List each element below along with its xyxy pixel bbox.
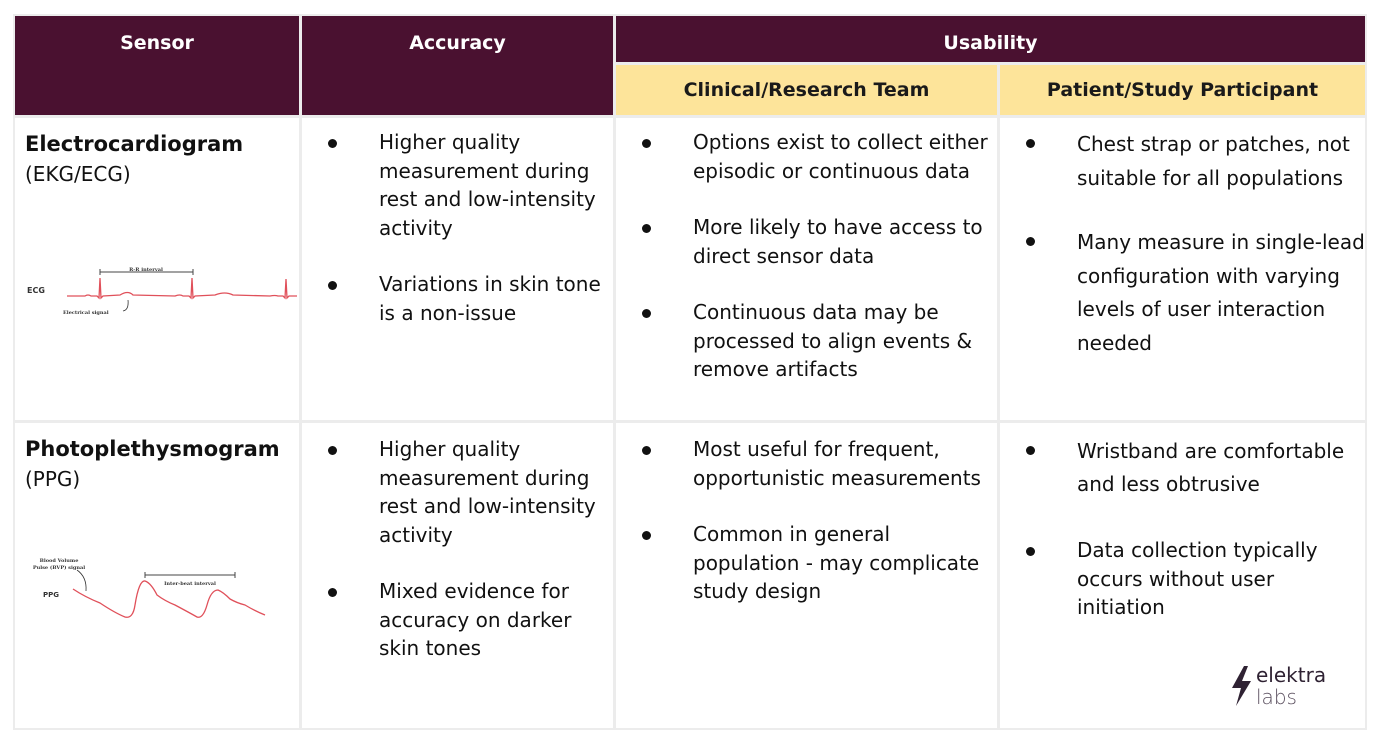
ppg-waveform-figure: Blood Volume Pulse (BVP) signal PPG Inte…	[33, 558, 266, 618]
header-usability-label: Usability	[943, 32, 1038, 54]
ppg-accuracy-list: Higher quality measurement during rest a…	[302, 435, 613, 663]
ppg-signal-label-1: Blood Volume	[40, 558, 79, 564]
list-item: Higher quality measurement during rest a…	[302, 128, 613, 242]
header-accuracy: Accuracy	[302, 16, 613, 115]
list-item: Common in general population - may compl…	[616, 520, 997, 606]
ecg-label: ECG	[27, 286, 45, 295]
row-ecg-accuracy: Higher quality measurement during rest a…	[302, 118, 613, 420]
bullet-icon	[1026, 547, 1035, 556]
list-item: Variations in skin tone is a non-issue	[302, 270, 613, 327]
header-sensor-label: Sensor	[120, 32, 194, 54]
row-ecg-sensor: Electrocardiogram (EKG/ECG) ECG R-R inte…	[15, 118, 299, 420]
sensor-name: Electrocardiogram	[25, 132, 244, 156]
bullet-icon	[328, 588, 337, 597]
row-ppg-sensor: Photoplethysmogram (PPG) Blood Volume Pu…	[15, 423, 299, 728]
sensor-abbr: (PPG)	[25, 467, 81, 491]
sensor-abbr: (EKG/ECG)	[25, 162, 131, 186]
logo-text-line1: elektra	[1256, 664, 1326, 687]
bullet-icon	[642, 139, 651, 148]
list-item: Higher quality measurement during rest a…	[302, 435, 613, 549]
bullet-icon	[328, 139, 337, 148]
ecg-signal-label: Electrical signal	[63, 310, 109, 316]
ecg-patient-list: Chest strap or patches, not suitable for…	[1000, 128, 1365, 360]
row-ecg-clinical: Options exist to collect either episodic…	[616, 118, 997, 420]
bullet-icon	[642, 224, 651, 233]
subheader-patient-label: Patient/Study Participant	[1046, 79, 1319, 101]
list-item: More likely to have access to direct sen…	[616, 213, 997, 270]
bullet-icon	[1026, 446, 1035, 455]
bullet-icon	[642, 531, 651, 540]
bullet-icon	[1026, 139, 1035, 148]
list-item: Mixed evidence for accuracy on darker sk…	[302, 577, 613, 663]
row-ppg-accuracy: Higher quality measurement during rest a…	[302, 423, 613, 728]
ecg-clinical-list: Options exist to collect either episodic…	[616, 128, 997, 384]
list-item: Many measure in single-lead configuratio…	[1000, 226, 1365, 360]
ppg-clinical-list: Most useful for frequent, opportunistic …	[616, 435, 997, 606]
lightning-bolt-icon: elektra labs	[1232, 663, 1326, 709]
subheader-patient: Patient/Study Participant	[1000, 65, 1365, 115]
ecg-interval-label: R-R interval	[129, 267, 163, 273]
header-usability: Usability	[616, 16, 1365, 62]
subheader-clinical-label: Clinical/Research Team	[683, 79, 930, 101]
list-item: Data collection typically occurs without…	[1000, 536, 1365, 622]
ppg-patient-list: Wristband are comfortable and less obtru…	[1000, 435, 1365, 622]
bullet-icon	[328, 281, 337, 290]
subheader-clinical: Clinical/Research Team	[616, 65, 997, 115]
ecg-accuracy-list: Higher quality measurement during rest a…	[302, 128, 613, 327]
list-item: Most useful for frequent, opportunistic …	[616, 435, 997, 492]
list-item: Wristband are comfortable and less obtru…	[1000, 435, 1365, 501]
list-item: Continuous data may be processed to alig…	[616, 298, 997, 384]
sensor-comparison-table: Sensor Accuracy Usability Clinical/Resea…	[13, 14, 1367, 730]
bullet-icon	[642, 309, 651, 318]
ppg-label: PPG	[43, 591, 59, 599]
ecg-waveform-figure: ECG R-R interval Electrical signal	[27, 267, 297, 316]
bullet-icon	[328, 446, 337, 455]
header-sensor: Sensor	[15, 16, 299, 115]
sensor-name: Photoplethysmogram	[25, 437, 280, 461]
row-ecg-patient: Chest strap or patches, not suitable for…	[1000, 118, 1365, 420]
logo-text-line2: labs	[1256, 685, 1297, 709]
list-item: Options exist to collect either episodic…	[616, 128, 997, 185]
ppg-interval-label: Inter-beat interval	[164, 581, 216, 587]
ecg-signal-line	[67, 277, 297, 300]
header-accuracy-label: Accuracy	[409, 32, 506, 54]
bullet-icon	[642, 446, 651, 455]
elektra-labs-logo: elektra labs	[1230, 663, 1340, 709]
row-ppg-clinical: Most useful for frequent, opportunistic …	[616, 423, 997, 728]
bullet-icon	[1026, 237, 1035, 246]
list-item: Chest strap or patches, not suitable for…	[1000, 128, 1365, 195]
